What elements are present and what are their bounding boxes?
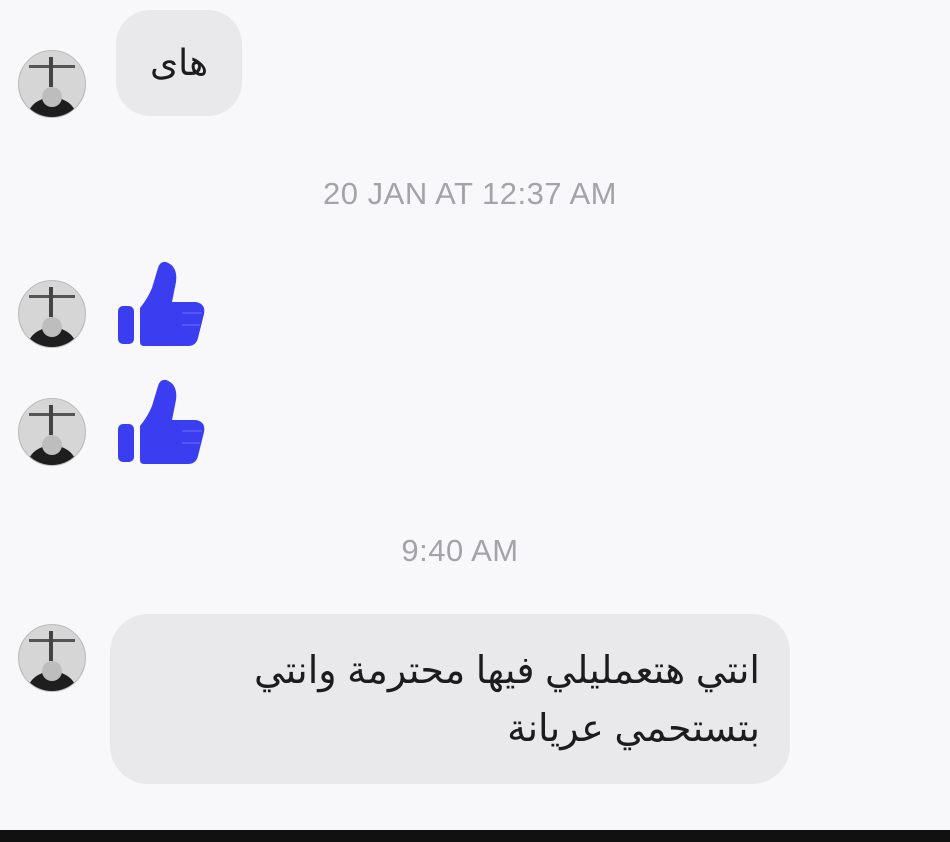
sender-avatar[interactable] — [18, 280, 86, 348]
message-text: هاى — [149, 42, 209, 83]
chat-thread: هاى 20 JAN AT 12:37 AM 9:40 AM انتي هتعم… — [0, 0, 950, 834]
avatar-photo — [19, 51, 85, 117]
sender-avatar[interactable] — [18, 50, 86, 118]
sender-avatar[interactable] — [18, 398, 86, 466]
avatar-photo — [19, 399, 85, 465]
message-bubble[interactable]: هاى — [116, 10, 242, 116]
bottom-edge-bar — [0, 830, 950, 842]
timestamp: 9:40 AM — [401, 533, 519, 568]
avatar-photo — [19, 281, 85, 347]
thumbs-up-icon[interactable] — [114, 258, 206, 350]
timestamp: 20 JAN AT 12:37 AM — [323, 176, 617, 211]
thumbs-up-icon[interactable] — [114, 376, 206, 468]
message-text-line: انتي هتعمليلي فيها محترمة وانتي — [253, 650, 760, 692]
avatar-photo — [19, 625, 85, 691]
message-bubble[interactable]: انتي هتعمليلي فيها محترمة وانتي بتستحمي … — [110, 614, 790, 784]
message-text-line: بتستحمي عريانة — [507, 708, 760, 750]
sender-avatar[interactable] — [18, 624, 86, 692]
